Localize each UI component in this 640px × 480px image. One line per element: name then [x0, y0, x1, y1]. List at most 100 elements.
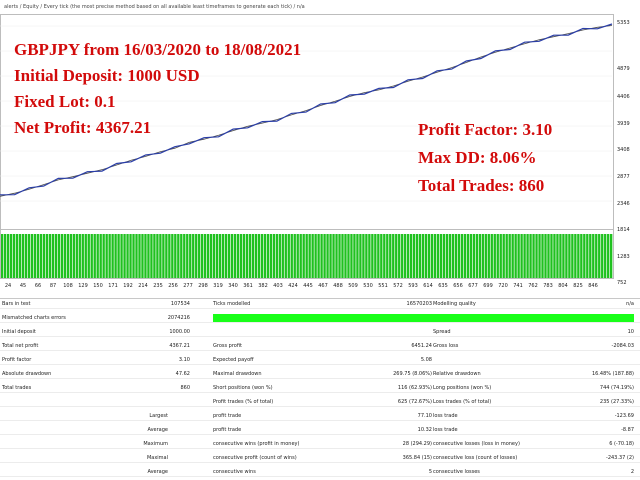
volume-bar: [595, 234, 598, 278]
volume-bar: [69, 234, 72, 278]
volume-bar: [529, 234, 532, 278]
time-axis-label: 277: [183, 283, 193, 289]
overlay-initial-deposit: Initial Deposit: 1000 USD: [14, 66, 200, 85]
volume-bar: [466, 234, 470, 278]
volume-bar: [129, 234, 132, 278]
volume-bar: [583, 234, 586, 278]
volume-bar: [460, 234, 464, 278]
report-cell-c4: 269.75 (8.06%): [393, 371, 432, 377]
volume-bar: [171, 234, 174, 278]
price-axis-label: 1814: [617, 227, 630, 233]
time-axis-label: 424: [288, 283, 298, 289]
volume-bar: [215, 234, 219, 278]
volume-bar: [374, 234, 377, 278]
volume-bar: [338, 234, 341, 278]
report-cell-c4: 77.10: [417, 413, 432, 419]
volume-bar: [1, 234, 4, 278]
volume-bar: [66, 234, 70, 278]
price-axis-label: 5353: [617, 20, 630, 26]
price-axis-label: 2877: [617, 174, 630, 180]
time-axis-label: 614: [423, 283, 433, 289]
volume-bar: [341, 234, 344, 278]
volume-bar: [33, 234, 37, 278]
volume-bar: [311, 234, 314, 278]
volume-bar: [135, 234, 138, 278]
volume-bar: [156, 234, 159, 278]
report-table: Bars in test 107534 Ticks modelled 16570203…: [0, 298, 640, 480]
volume-bar: [362, 234, 365, 278]
volume-bar: [412, 234, 416, 278]
volume-bar: [242, 234, 246, 278]
volume-bar: [592, 234, 595, 278]
volume-bar: [541, 234, 544, 278]
time-axis-label: 129: [78, 283, 88, 289]
volume-bar: [601, 234, 604, 278]
time-axis-label: 108: [63, 283, 73, 289]
volume-bar: [505, 234, 508, 278]
volume-bar: [553, 234, 556, 278]
report-cell-c4: 10.32: [417, 427, 432, 433]
volume-bar: [93, 234, 96, 278]
time-axis-label: 741: [513, 283, 523, 289]
volume-bar: [27, 234, 31, 278]
volume-bar: [48, 234, 52, 278]
volume-bar: [335, 234, 338, 278]
volume-bar: [469, 234, 473, 278]
overlay-profit-factor: Profit Factor: 3.10: [418, 120, 553, 139]
volume-bar: [153, 234, 156, 278]
report-cell-c6: 16.48% (187.88): [591, 371, 634, 377]
volume-bar: [299, 234, 302, 278]
volume-bar: [499, 234, 502, 278]
volume-bar: [209, 234, 213, 278]
time-axis-label: 382: [258, 283, 268, 289]
volume-bar: [610, 234, 613, 278]
volume-bar: [263, 234, 267, 278]
price-axis-label: 2346: [617, 201, 630, 207]
time-axis-label: 825: [573, 283, 583, 289]
volume-bar: [356, 234, 359, 278]
report-cell-c1: Total net profit: [2, 343, 39, 349]
volume-bar: [317, 234, 320, 278]
time-axis-label: 298: [198, 283, 208, 289]
volume-bar: [132, 234, 135, 278]
volume-bar: [490, 234, 493, 278]
report-cell-c6: 2: [630, 469, 634, 475]
volume-bar: [287, 234, 290, 278]
volume-bar: [520, 234, 523, 278]
report-cell-c1: Mismatched charts errors: [2, 315, 66, 321]
report-cell-c1: Maximal: [146, 455, 168, 461]
overlay-total-trades: Total Trades: 860: [418, 176, 545, 195]
volume-bar: [99, 234, 102, 278]
volume-bar: [445, 234, 449, 278]
volume-bar: [380, 234, 383, 278]
time-axis-label: 235: [153, 283, 163, 289]
volume-bar: [371, 234, 374, 278]
volume-bar: [329, 234, 332, 278]
volume-bar: [257, 234, 261, 278]
report-cell-c3: Profit trades (% of total): [213, 399, 274, 405]
volume-bar: [233, 234, 237, 278]
volume-bar: [174, 234, 177, 278]
volume-bar: [577, 234, 580, 278]
volume-bar: [114, 234, 117, 278]
volume-bar: [96, 234, 99, 278]
volume-bar: [296, 234, 299, 278]
report-cell-c4: 5.08: [420, 357, 432, 363]
volume-bar: [245, 234, 249, 278]
volume-bar: [221, 234, 225, 278]
volume-bar: [430, 234, 434, 278]
volume-bar: [165, 234, 168, 278]
volume-bar: [177, 234, 180, 278]
report-cell-c6: 744 (74.19%): [599, 385, 634, 391]
report-cell-c6: -2084.03: [611, 343, 634, 349]
volume-bar: [186, 234, 189, 278]
report-cell-c5: loss trade: [433, 427, 458, 433]
report-cell-c2: 47.62: [175, 371, 190, 377]
report-cell-c6: 235 (27.33%): [599, 399, 634, 405]
volume-bar: [386, 234, 389, 278]
report-cell-c2: 3.10: [178, 357, 190, 363]
price-axis-label: 752: [617, 280, 627, 286]
time-axis-label: 340: [228, 283, 238, 289]
volume-bar: [251, 234, 255, 278]
volume-bar: [502, 234, 505, 278]
